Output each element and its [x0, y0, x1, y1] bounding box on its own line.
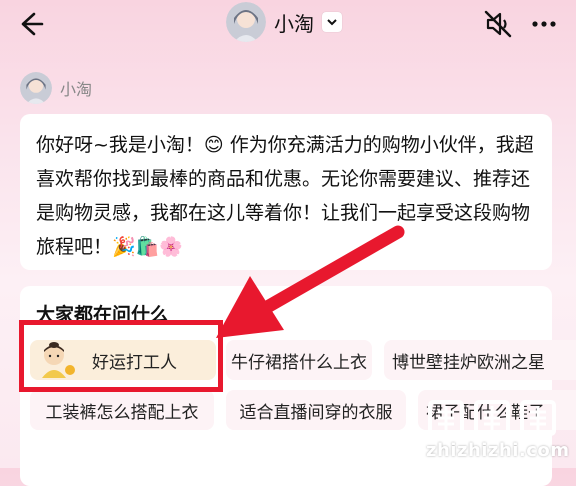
back-button[interactable] [14, 8, 46, 40]
top-bar: 小淘 [0, 0, 576, 48]
sender-avatar [20, 72, 52, 104]
more-dots-icon [532, 21, 556, 27]
highlight-box [19, 320, 223, 392]
suggestion-chip[interactable]: 工装裤怎么搭配上衣 [30, 390, 214, 430]
message-sender: 小淘 [20, 72, 92, 104]
watermark-logo [426, 398, 558, 438]
chat-title-selector[interactable]: 小淘 [226, 2, 342, 42]
chevron-down-icon[interactable] [322, 12, 342, 32]
suggestion-chip[interactable]: 牛仔裙搭什么上衣 [226, 340, 372, 380]
suggestion-chip[interactable]: 适合直播间穿的衣服 [226, 390, 406, 430]
more-button[interactable] [528, 6, 560, 42]
message-text: 你好呀~我是小淘！😊 作为你充满活力的购物小伙伴，我超喜欢帮你找到最棒的商品和优… [36, 134, 534, 258]
message-bubble: 你好呀~我是小淘！😊 作为你充满活力的购物小伙伴，我超喜欢帮你找到最棒的商品和优… [20, 114, 552, 270]
suggestion-label: 工装裤怎么搭配上衣 [45, 402, 199, 423]
suggestion-label: 适合直播间穿的衣服 [239, 402, 393, 423]
suggestion-chip[interactable]: 博世壁挂炉欧洲之星 [384, 340, 576, 380]
suggestion-label: 牛仔裙搭什么上衣 [231, 352, 367, 373]
mute-button[interactable] [480, 6, 516, 42]
speaker-muted-icon [484, 10, 512, 38]
avatar [226, 2, 266, 42]
watermark-text: zhizhizhi.com [426, 440, 570, 461]
arrow-left-icon [21, 12, 44, 36]
chat-title: 小淘 [274, 11, 314, 36]
sender-name: 小淘 [60, 80, 93, 99]
suggestion-label: 博世壁挂炉欧洲之星 [392, 352, 545, 373]
